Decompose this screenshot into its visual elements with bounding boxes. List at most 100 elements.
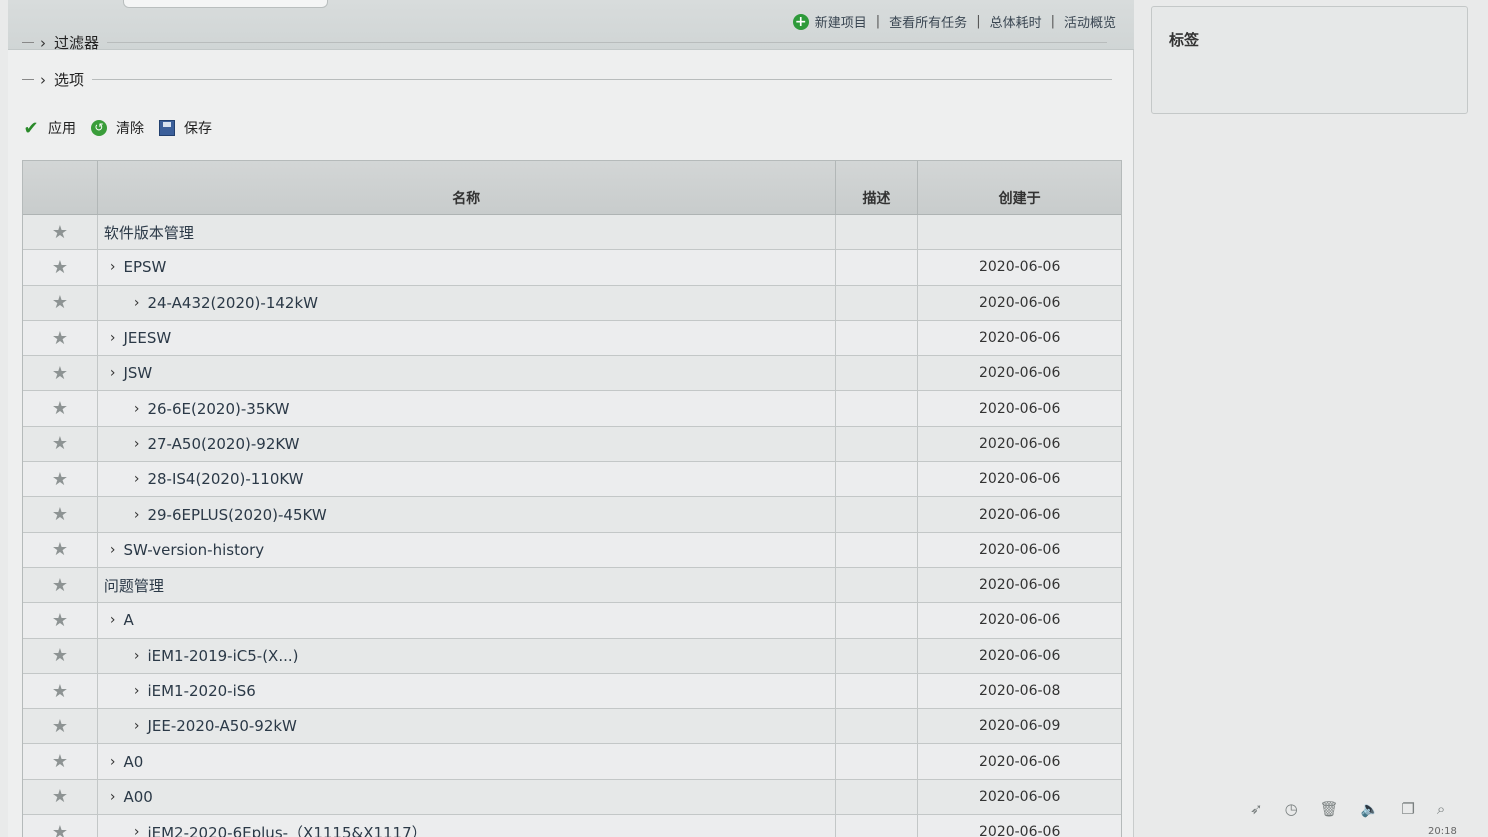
table-row[interactable]: ★ › 24-A432(2020)-142kW 2020-06-06 [23,285,1121,321]
table-row[interactable]: ★ › JEE-2020-A50-92kW 2020-06-09 [23,709,1121,745]
row-name[interactable]: JEESW [123,329,171,347]
new-project-link[interactable]: 新建项目 [815,12,867,31]
row-name[interactable]: 28-IS4(2020)-110KW [147,470,303,488]
chevron-right-icon[interactable]: › [134,718,140,734]
row-name[interactable]: JEE-2020-A50-92kW [147,717,296,735]
table-row[interactable]: ★ › iEM1-2020-iS6 2020-06-08 [23,673,1121,710]
row-name[interactable]: 问题管理 [104,575,164,596]
star-icon[interactable]: ★ [23,320,98,356]
chevron-right-icon[interactable]: › [40,34,46,52]
filter-label[interactable]: 过滤器 [54,32,99,53]
rocket-icon[interactable]: ➶ [1250,800,1263,818]
star-icon[interactable]: ★ [23,391,98,426]
save-button[interactable]: 保存 [158,118,212,138]
row-name[interactable]: 24-A432(2020)-142kW [147,294,318,312]
table-row[interactable]: ★ 问题管理 2020-06-06 [23,567,1121,604]
table-row[interactable]: ★ › JSW 2020-06-06 [23,356,1121,392]
star-icon[interactable]: ★ [23,673,98,709]
row-name[interactable]: A0 [123,753,143,771]
row-name[interactable]: A00 [123,788,152,806]
chevron-right-icon[interactable]: › [134,507,140,523]
row-name[interactable]: A [123,611,133,629]
star-icon[interactable]: ★ [23,779,98,815]
table-row[interactable]: ★ › 29-6EPLUS(2020)-45KW 2020-06-06 [23,497,1121,533]
table-row[interactable]: ★ › A00 2020-06-06 [23,779,1121,816]
row-description [836,391,919,426]
separator: | [875,14,881,29]
chevron-right-icon[interactable]: › [134,436,140,452]
add-circle-icon[interactable]: + [792,13,809,30]
chevron-right-icon[interactable]: › [110,789,116,805]
table-row[interactable]: ★ › SW-version-history 2020-06-06 [23,532,1121,568]
chevron-right-icon[interactable]: › [134,471,140,487]
activity-overview-link[interactable]: 活动概览 [1064,12,1116,31]
row-description [836,426,919,462]
row-description [836,673,919,709]
chevron-right-icon[interactable]: › [110,259,116,275]
chevron-right-icon[interactable]: › [134,295,140,311]
options-label[interactable]: 选项 [54,69,84,90]
table-row[interactable]: ★ › 27-A50(2020)-92KW 2020-06-06 [23,426,1121,463]
star-icon[interactable]: ★ [23,815,98,837]
star-icon[interactable]: ★ [23,567,98,603]
clock-app-icon[interactable]: ◷ [1285,800,1298,818]
star-icon[interactable]: ★ [23,744,98,779]
table-row[interactable]: ★ › A0 2020-06-06 [23,744,1121,780]
star-icon[interactable]: ★ [23,709,98,744]
star-icon[interactable]: ★ [23,532,98,567]
row-description [836,285,919,320]
header-created[interactable]: 创建于 [918,161,1121,214]
options-section[interactable]: › 选项 [22,69,1113,90]
star-icon[interactable]: ★ [23,497,98,532]
header-name[interactable]: 名称 [98,161,836,214]
row-name[interactable]: iEM1-2019-iC5-(X...) [147,647,298,665]
row-name[interactable]: iEM1-2020-iS6 [147,682,255,700]
chevron-right-icon[interactable]: › [110,612,116,628]
row-name[interactable]: 29-6EPLUS(2020)-45KW [147,506,326,524]
header-description[interactable]: 描述 [836,161,919,214]
chevron-right-icon[interactable]: › [134,401,140,417]
table-row[interactable]: ★ › iEM2-2020-6Eplus-（X1115&X1117） 2020-0… [23,815,1121,837]
star-icon[interactable]: ★ [23,356,98,391]
star-icon[interactable]: ★ [23,462,98,497]
chevron-right-icon[interactable]: › [134,648,140,664]
star-icon[interactable]: ★ [23,603,98,638]
chevron-right-icon[interactable]: › [110,330,116,346]
top-tab[interactable] [123,0,328,8]
row-name[interactable]: iEM2-2020-6Eplus-（X1115&X1117） [147,822,426,837]
table-row[interactable]: ★ › A 2020-06-06 [23,603,1121,639]
chevron-right-icon[interactable]: › [134,824,140,837]
chevron-right-icon[interactable]: › [110,542,116,558]
row-name[interactable]: 26-6E(2020)-35KW [147,400,289,418]
star-icon[interactable]: ★ [23,215,98,250]
star-icon[interactable]: ★ [23,250,98,285]
volume-icon[interactable]: 🔈 [1361,800,1380,818]
row-name[interactable]: JSW [123,364,152,382]
row-name[interactable]: 软件版本管理 [104,222,194,243]
window-icon[interactable]: ❐ [1401,800,1414,818]
search-icon[interactable]: ⌕ [1437,800,1445,818]
chevron-right-icon[interactable]: › [40,71,46,89]
table-row[interactable]: ★ 软件版本管理 [23,215,1121,251]
table-row[interactable]: ★ › 26-6E(2020)-35KW 2020-06-06 [23,391,1121,427]
row-name[interactable]: EPSW [123,258,166,276]
star-icon[interactable]: ★ [23,285,98,320]
star-icon[interactable]: ★ [23,426,98,462]
chevron-right-icon[interactable]: › [134,683,140,699]
total-time-link[interactable]: 总体耗时 [990,12,1042,31]
chevron-right-icon[interactable]: › [110,365,116,381]
apply-button[interactable]: ✔ 应用 [22,118,76,139]
view-all-tasks-link[interactable]: 查看所有任务 [889,12,967,31]
trash-icon[interactable]: 🗑 [1320,800,1339,818]
filter-section[interactable]: › 过滤器 [22,32,1108,53]
row-name[interactable]: 27-A50(2020)-92KW [147,435,299,453]
row-date: 2020-06-06 [979,294,1061,311]
row-name[interactable]: SW-version-history [123,541,264,559]
table-row[interactable]: ★ › JEESW 2020-06-06 [23,320,1121,357]
chevron-right-icon[interactable]: › [110,754,116,770]
star-icon[interactable]: ★ [23,638,98,673]
table-row[interactable]: ★ › iEM1-2019-iC5-(X...) 2020-06-06 [23,638,1121,674]
table-row[interactable]: ★ › 28-IS4(2020)-110KW 2020-06-06 [23,462,1121,498]
table-row[interactable]: ★ › EPSW 2020-06-06 [23,250,1121,286]
clear-button[interactable]: ↺ 清除 [90,118,144,138]
